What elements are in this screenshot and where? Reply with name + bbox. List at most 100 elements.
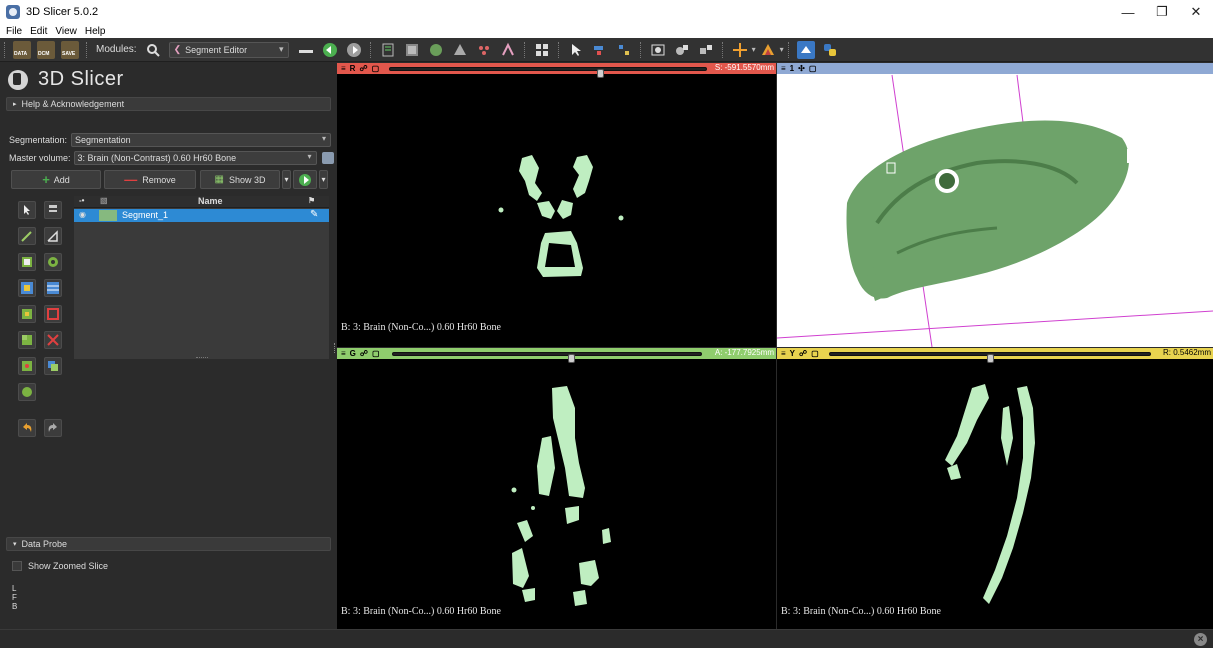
module-selector[interactable]: ❮ Segment Editor (168, 41, 289, 58)
segment-name[interactable]: Segment_1 (122, 210, 168, 220)
threshold-tool[interactable] (44, 201, 62, 219)
green-slice-image (511, 386, 611, 606)
status-column-icon[interactable]: ⚑ (308, 196, 315, 205)
segment-color-swatch[interactable] (99, 210, 117, 221)
red-view-caption: B: 3: Brain (Non-Co...) 0.60 Hr60 Bone (341, 322, 501, 333)
undo-button[interactable] (18, 419, 36, 437)
erase-tool[interactable] (18, 253, 36, 271)
edit-pencil-icon[interactable]: ✎ (310, 209, 318, 220)
add-segment-button[interactable]: + Add (11, 170, 101, 189)
crosshair-mode-icon[interactable] (615, 41, 633, 59)
module-history-icon[interactable] (297, 41, 315, 59)
no-editing-tool[interactable] (18, 201, 36, 219)
center-view-icon[interactable]: ✣ (796, 64, 807, 73)
undo-icon (23, 423, 32, 432)
models-module-icon[interactable] (427, 41, 445, 59)
table-resize-handle[interactable] (196, 357, 208, 358)
red-slice-view[interactable]: ≡ R ☍ ▢ S: -591.5570mm B: 3: Brain (Non-… (337, 63, 776, 347)
paint-tool[interactable] (18, 227, 36, 245)
hollow-tool[interactable] (44, 305, 62, 323)
eye-icon[interactable]: ◉ (79, 210, 86, 219)
islands-tool[interactable] (18, 357, 36, 375)
window-level-icon[interactable] (759, 41, 777, 59)
menu-edit[interactable]: Edit (30, 26, 47, 37)
probe-line-l: L (12, 584, 17, 593)
save-icon[interactable]: SAVE (61, 40, 79, 59)
visibility-column-icon[interactable]: -• (79, 196, 84, 205)
toolbar-separator (787, 41, 790, 58)
dicom-icon[interactable]: DCM (37, 40, 55, 59)
name-column-header[interactable]: Name (198, 196, 223, 206)
logo-text: 3D Slicer (38, 68, 124, 90)
table-row[interactable]: ◉ Segment_1 ✎ (74, 209, 329, 222)
forward-arrow-icon[interactable] (345, 41, 363, 59)
export-segment-button[interactable] (293, 170, 317, 189)
show-zoomed-row: Show Zoomed Slice (12, 561, 108, 571)
toolbar-separator (639, 41, 642, 58)
scissors-tool[interactable] (44, 331, 62, 349)
volumes-module-icon[interactable] (403, 41, 421, 59)
slicer-app-icon (6, 5, 20, 19)
segment-editor-module-icon[interactable] (499, 41, 517, 59)
markups-module-icon[interactable] (475, 41, 493, 59)
grow-from-seeds-tool[interactable] (18, 279, 36, 297)
yellow-slice-view[interactable]: ≡ Y ☍ ▢ R: 0.5462mm B: 3: Brain (Non-Co.… (777, 348, 1213, 630)
python-console-icon[interactable] (821, 41, 839, 59)
smoothing-tool[interactable] (18, 331, 36, 349)
maximize-button[interactable]: ❐ (1145, 0, 1179, 24)
green-slice-view[interactable]: ≡ G ☍ ▢ A: -177.7925mm B: 3: Brain (Non-… (337, 348, 776, 630)
show-3d-button[interactable]: ▦ Show 3D (200, 170, 280, 189)
probe-line-b: B (12, 602, 18, 611)
menu-file[interactable]: File (6, 26, 22, 37)
module-search-icon[interactable] (144, 41, 162, 59)
back-arrow-icon[interactable] (321, 41, 339, 59)
extension-manager-icon[interactable] (796, 40, 815, 59)
maximize-view-icon[interactable]: ▢ (807, 64, 819, 73)
draw-tool[interactable] (44, 227, 62, 245)
load-data-icon[interactable]: DATA (13, 40, 31, 59)
menu-view[interactable]: View (55, 26, 77, 37)
red-slice-image (498, 155, 624, 277)
export-dropdown[interactable]: ▾ (319, 170, 328, 189)
segmentation-value: Segmentation (75, 135, 131, 145)
transforms-module-icon[interactable] (451, 41, 469, 59)
logical-operators-tool[interactable] (44, 357, 62, 375)
color-column-icon[interactable]: ▧ (100, 196, 108, 205)
panel-splitter[interactable] (334, 343, 336, 353)
segments-table[interactable]: -• ▧ Name ⚑ ◉ Segment_1 ✎ (74, 196, 329, 359)
screenshot-icon[interactable] (649, 41, 667, 59)
crosshair-dropdown-icon[interactable]: ▾ (752, 45, 756, 54)
scene-view-icon[interactable] (673, 41, 691, 59)
show-zoomed-checkbox[interactable] (12, 561, 22, 571)
window-title: 3D Slicer 5.0.2 (26, 6, 99, 18)
close-button[interactable]: ✕ (1179, 0, 1213, 24)
crosshair-icon[interactable] (731, 41, 749, 59)
redo-button[interactable] (44, 419, 62, 437)
window-level-dropdown-icon[interactable]: ▾ (780, 45, 784, 54)
mask-volume-tool[interactable] (18, 383, 36, 401)
pointer-icon[interactable] (567, 41, 585, 59)
margin-tool[interactable] (18, 305, 36, 323)
data-probe-section[interactable]: ▾ Data Probe (6, 537, 331, 551)
error-log-icon[interactable]: × (1194, 633, 1207, 646)
layout-icon[interactable] (533, 41, 551, 59)
extensions-icon[interactable] (697, 41, 715, 59)
chevron-down-icon: ▾ (321, 175, 326, 184)
fill-between-slices-tool[interactable] (44, 279, 62, 297)
show-3d-dropdown[interactable]: ▾ (282, 170, 291, 189)
menu-help[interactable]: Help (85, 26, 106, 37)
segmentation-selector[interactable]: Segmentation (71, 133, 332, 147)
master-volume-options-icon[interactable] (321, 152, 334, 164)
level-tracing-tool[interactable] (44, 253, 62, 271)
master-volume-label: Master volume: (9, 153, 71, 163)
place-fiducial-icon[interactable] (591, 41, 609, 59)
data-module-icon[interactable] (379, 41, 397, 59)
master-volume-selector[interactable]: 3: Brain (Non-Contrast) 0.60 Hr60 Bone (73, 151, 317, 165)
help-acknowledgement-section[interactable]: ▸ Help & Acknowledgement (6, 97, 331, 111)
3d-view[interactable]: ≡ 1 ✣ ▢ (777, 63, 1213, 347)
minimize-button[interactable]: — (1111, 0, 1145, 24)
master-volume-value: 3: Brain (Non-Contrast) 0.60 Hr60 Bone (77, 153, 237, 163)
green-arrow-icon (299, 173, 311, 186)
view-pin-icon[interactable]: ≡ (779, 64, 788, 73)
remove-segment-button[interactable]: — Remove (104, 170, 196, 189)
